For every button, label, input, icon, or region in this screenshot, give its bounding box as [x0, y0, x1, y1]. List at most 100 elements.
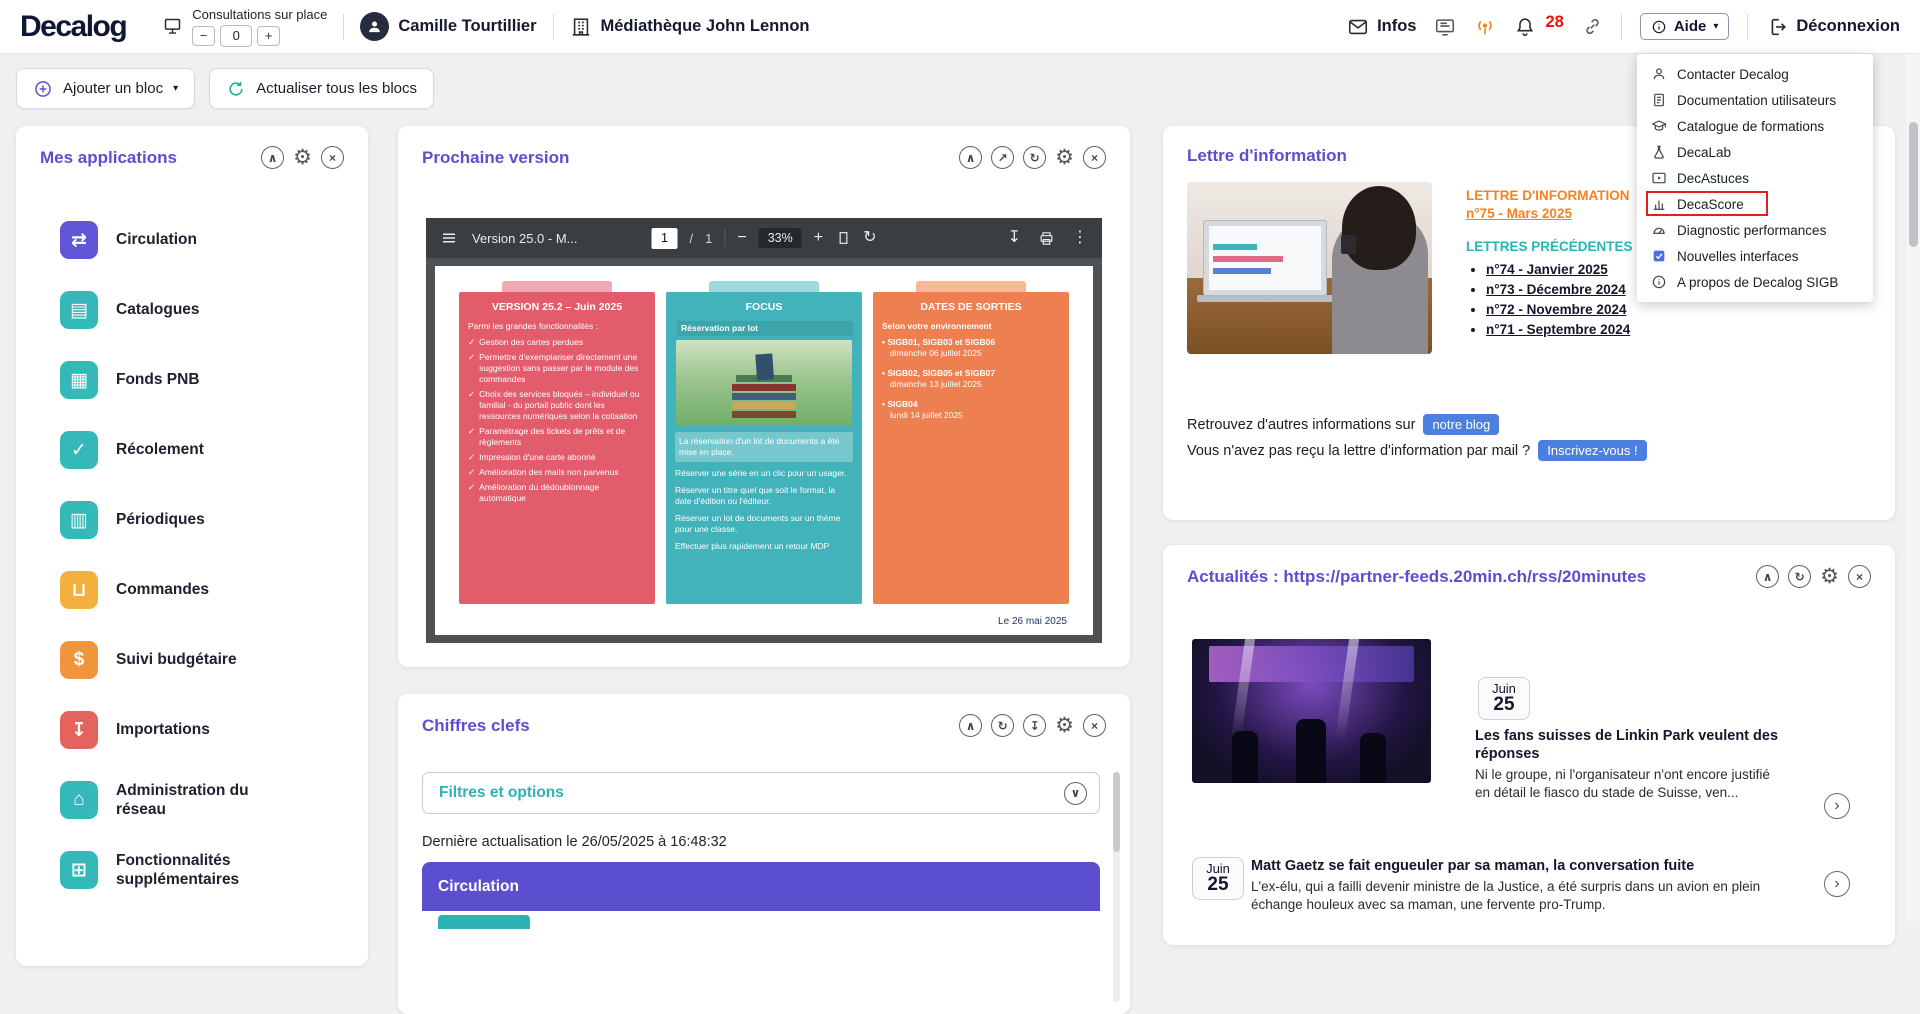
consultations-decrement-button[interactable]: − [192, 26, 215, 46]
app-item-periodiques[interactable]: ▥ Périodiques [16, 485, 368, 555]
news-image[interactable] [1192, 639, 1431, 783]
print-icon[interactable] [1038, 230, 1055, 247]
more-options-icon[interactable]: ⋮ [1072, 230, 1088, 246]
menu-item-nouvelles-interfaces[interactable]: Nouvelles interfaces [1637, 243, 1873, 269]
menu-item-catalogue-formations[interactable]: Catalogue de formations [1637, 113, 1873, 139]
app-item-fonctionnalites-supplementaires[interactable]: ⊞ Fonctionnalités supplémentaires [16, 835, 368, 905]
collapse-button[interactable]: ∧ [959, 714, 982, 737]
menu-item-diagnostic-performances[interactable]: Diagnostic performances [1637, 217, 1873, 243]
menu-item-label: Nouvelles interfaces [1677, 249, 1799, 264]
key-figures-controls: ∧ ↻ ↧ ⚙ × [959, 714, 1106, 737]
refresh-all-blocks-button[interactable]: Actualiser tous les blocs [209, 68, 434, 109]
current-library-menu[interactable]: Médiathèque John Lennon [570, 16, 810, 38]
aide-menu-button[interactable]: Aide ▾ [1640, 13, 1730, 40]
pdf-zoom-level[interactable]: 33% [759, 228, 802, 248]
close-button[interactable]: × [1083, 714, 1106, 737]
app-item-recolement[interactable]: ✓ Récolement [16, 415, 368, 485]
settings-gear-icon[interactable]: ⚙ [1820, 566, 1839, 587]
remote-assistance-button[interactable] [1434, 16, 1456, 38]
blog-link-badge[interactable]: notre blog [1423, 414, 1499, 435]
app-item-circulation[interactable]: ⇄ Circulation [16, 205, 368, 275]
fonctionnalites-app-icon: ⊞ [60, 851, 98, 889]
page-scrollbar[interactable] [1906, 54, 1920, 921]
pdf-page-input[interactable] [652, 228, 678, 249]
envelope-icon [1347, 16, 1369, 38]
pdf-download-button[interactable]: ↧ [1008, 230, 1021, 246]
close-button[interactable]: × [1083, 146, 1106, 169]
notifications-button[interactable]: 28 [1514, 16, 1563, 38]
poster-version-intro: Parmi les grandes fonctionnalités : [468, 321, 646, 332]
collapse-button[interactable]: ∧ [261, 146, 284, 169]
newsletter-link[interactable]: n°74 - Janvier 2025 [1486, 262, 1608, 277]
open-news-button[interactable]: › [1824, 871, 1850, 897]
aide-dropdown-menu: Contacter Decalog Documentation utilisat… [1637, 54, 1873, 302]
subscribe-link-badge[interactable]: Inscrivez-vous ! [1538, 440, 1646, 461]
commandes-app-icon: ⊔ [60, 571, 98, 609]
newsletter-link-item: n°71 - Septembre 2024 [1486, 322, 1633, 337]
menu-icon[interactable] [440, 229, 458, 247]
settings-gear-icon[interactable]: ⚙ [1055, 715, 1074, 736]
expand-filters-button[interactable]: ∨ [1064, 782, 1087, 805]
rotate-icon[interactable]: ↻ [863, 230, 876, 246]
page-scrollbar-thumb[interactable] [1909, 122, 1918, 247]
onsite-consultations-widget: Consultations sur place − + [162, 7, 327, 47]
menu-item-decastuces[interactable]: DecAstuces [1637, 165, 1873, 191]
current-newsletter-link[interactable]: n°75 - Mars 2025 [1466, 206, 1572, 221]
permalink-button[interactable] [1582, 16, 1603, 37]
graduation-cap-icon [1651, 118, 1667, 134]
collapse-button[interactable]: ∧ [1756, 565, 1779, 588]
download-button[interactable]: ↧ [1023, 714, 1046, 737]
feature-item: ✓Impression d'une carte abonné [468, 452, 646, 463]
menu-item-contacter-decalog[interactable]: Contacter Decalog [1637, 61, 1873, 87]
news-item-title[interactable]: Matt Gaetz se fait engueuler par sa mama… [1251, 857, 1811, 875]
infos-button[interactable]: Infos [1347, 16, 1416, 38]
refresh-button[interactable]: ↻ [1023, 146, 1046, 169]
newsletter-link[interactable]: n°71 - Septembre 2024 [1486, 322, 1630, 337]
checkbox-checked-icon [1651, 248, 1667, 264]
refresh-button[interactable]: ↻ [991, 714, 1014, 737]
menu-item-a-propos[interactable]: A propos de Decalog SIGB [1637, 269, 1873, 295]
feature-item: ✓Paramétrage des tickets de prêts et de … [468, 426, 646, 448]
beacon-button[interactable] [1474, 16, 1496, 38]
release-date: dimanche 13 juillet 2025 [882, 379, 1060, 390]
settings-gear-icon[interactable]: ⚙ [1055, 147, 1074, 168]
app-item-fonds-pnb[interactable]: ▦ Fonds PNB [16, 345, 368, 415]
circulation-subtab[interactable] [438, 915, 530, 929]
app-item-suivi-budgetaire[interactable]: $ Suivi budgétaire [16, 625, 368, 695]
consultations-count-input[interactable] [220, 25, 252, 47]
current-user-menu[interactable]: Camille Tourtillier [360, 12, 536, 41]
news-item-title[interactable]: Les fans suisses de Linkin Park veulent … [1475, 727, 1783, 763]
release-date: dimanche 06 juillet 2025 [882, 348, 1060, 359]
check-icon: ✓ [468, 337, 475, 348]
menu-item-decascore[interactable]: DecaScore [1637, 191, 1873, 217]
app-logo[interactable]: Decalog [20, 10, 126, 44]
fit-page-icon[interactable] [835, 230, 851, 246]
newsletter-link[interactable]: n°73 - Décembre 2024 [1486, 282, 1626, 297]
app-item-catalogues[interactable]: ▤ Catalogues [16, 275, 368, 345]
focus-line: Réserver un titre quel que soit le forma… [675, 485, 853, 507]
key-figures-scrollbar[interactable] [1113, 772, 1120, 1002]
logout-button[interactable]: Déconnexion [1766, 16, 1900, 38]
app-item-importations[interactable]: ↧ Importations [16, 695, 368, 765]
refresh-button[interactable]: ↻ [1788, 565, 1811, 588]
zoom-in-button[interactable]: + [814, 230, 823, 246]
consultations-increment-button[interactable]: + [257, 26, 280, 46]
menu-item-decalab[interactable]: DecaLab [1637, 139, 1873, 165]
consultations-stepper: − + [192, 25, 327, 47]
app-item-commandes[interactable]: ⊔ Commandes [16, 555, 368, 625]
open-news-button[interactable]: › [1824, 793, 1850, 819]
newsletter-link[interactable]: n°72 - Novembre 2024 [1486, 302, 1626, 317]
popout-button[interactable]: ↗ [991, 146, 1014, 169]
feature-text: Impression d'une carte abonné [479, 452, 595, 463]
close-button[interactable]: × [321, 146, 344, 169]
circulation-section-header[interactable]: Circulation [422, 862, 1100, 911]
menu-item-documentation[interactable]: Documentation utilisateurs [1637, 87, 1873, 113]
topbar-divider [553, 14, 554, 40]
collapse-button[interactable]: ∧ [959, 146, 982, 169]
settings-gear-icon[interactable]: ⚙ [293, 147, 312, 168]
close-button[interactable]: × [1848, 565, 1871, 588]
filters-accordion[interactable]: Filtres et options ∨ [422, 772, 1100, 814]
add-block-button[interactable]: Ajouter un bloc ▾ [16, 68, 195, 109]
app-item-administration-reseau[interactable]: ⌂ Administration du réseau [16, 765, 368, 835]
zoom-out-button[interactable]: − [737, 230, 746, 246]
